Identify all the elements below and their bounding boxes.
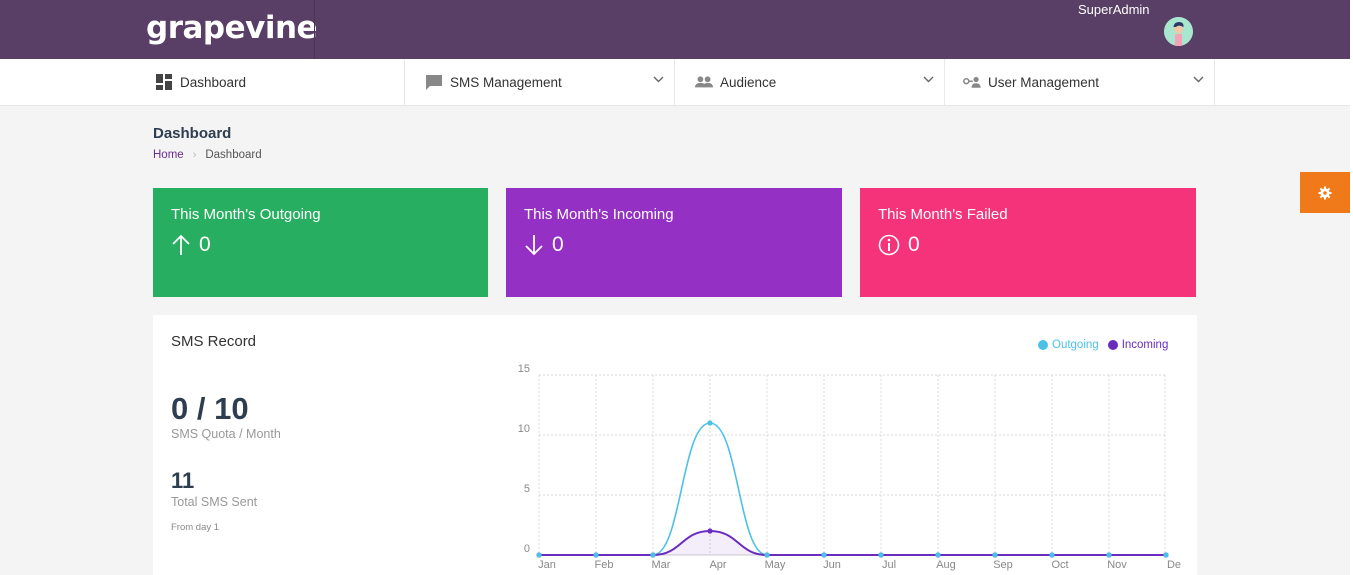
y-tick-label: 15 <box>518 363 530 375</box>
settings-button[interactable] <box>1300 172 1350 213</box>
nav-separator <box>1214 59 1215 105</box>
data-point-outgoing[interactable] <box>650 552 656 558</box>
people-icon <box>695 73 713 91</box>
top-bar: grapevine SuperAdmin <box>0 0 1350 59</box>
arrow-down-icon <box>525 235 543 256</box>
x-tick-label: Sep <box>993 559 1013 571</box>
data-point-outgoing[interactable] <box>1049 552 1055 558</box>
nav-item-user-management[interactable]: User Management <box>963 59 1214 105</box>
nav-item-dashboard[interactable]: Dashboard <box>155 59 246 105</box>
data-point-outgoing[interactable] <box>935 552 941 558</box>
legend-item-incoming[interactable]: Incoming <box>1107 339 1169 351</box>
nav-separator <box>944 59 945 105</box>
stat-label: This Month's Outgoing <box>171 206 321 223</box>
x-tick-label: Nov <box>1107 559 1127 571</box>
dashboard-icon <box>155 73 173 91</box>
stat-card-incoming: This Month's Incoming 0 <box>506 188 842 297</box>
data-point-outgoing[interactable] <box>1106 552 1112 558</box>
series-line-outgoing <box>539 422 1166 556</box>
stat-card-outgoing: This Month's Outgoing 0 <box>153 188 488 297</box>
gear-icon <box>1318 186 1332 199</box>
x-tick-label: De <box>1167 559 1181 571</box>
arrow-up-icon <box>172 234 190 255</box>
data-point-outgoing[interactable] <box>878 552 884 558</box>
username-label[interactable]: SuperAdmin <box>1078 2 1150 17</box>
stat-card-failed: This Month's Failed 0 <box>860 188 1196 297</box>
y-tick-label: 10 <box>518 423 530 435</box>
legend-dot <box>1038 340 1048 350</box>
x-tick-label: Jul <box>882 559 896 571</box>
x-tick-label: Aug <box>936 559 956 571</box>
data-point-outgoing[interactable] <box>764 552 770 558</box>
nav-separator <box>674 59 675 105</box>
breadcrumb-home-link[interactable]: Home <box>153 149 184 161</box>
sms-record-panel: SMS Record 0 / 10 SMS Quota / Month 11 T… <box>153 315 1197 575</box>
data-point-outgoing[interactable] <box>992 552 998 558</box>
sms-record-chart: 0 5 10 15 Jan Feb Mar Apr May Jun Jul Aug Sep Oct Nov D… <box>518 363 1181 571</box>
x-tick-label: Oct <box>1051 559 1068 571</box>
stat-label: This Month's Incoming <box>524 206 674 223</box>
data-point-outgoing[interactable] <box>536 552 542 558</box>
series-line-incoming <box>539 529 1166 556</box>
x-tick-label: Jan <box>538 559 556 571</box>
page-title: Dashboard <box>153 125 232 142</box>
x-tick-label: May <box>765 559 786 571</box>
stat-label: This Month's Failed <box>878 206 1008 223</box>
x-tick-label: Jun <box>823 559 841 571</box>
topbar-divider <box>314 0 315 59</box>
nav-separator <box>404 59 405 105</box>
nav-label-sms-management: SMS Management <box>450 74 562 90</box>
legend-label: Outgoing <box>1052 339 1099 351</box>
stat-value: 0 <box>908 233 920 256</box>
data-point-outgoing[interactable] <box>593 552 599 558</box>
x-tick-label: Apr <box>709 559 726 571</box>
nav-item-audience[interactable]: Audience <box>695 59 944 105</box>
chevron-down-icon <box>1193 76 1204 83</box>
x-tick-label: Feb <box>595 559 614 571</box>
chart-legend: Outgoing Incoming <box>1038 339 1177 351</box>
nav-item-sms-management[interactable]: SMS Management <box>425 59 674 105</box>
info-icon <box>878 234 900 256</box>
data-point-incoming[interactable] <box>707 528 713 534</box>
y-tick-label: 0 <box>524 543 530 555</box>
nav-label-audience: Audience <box>720 74 777 90</box>
breadcrumb-separator-icon: › <box>192 149 197 161</box>
stat-value: 0 <box>552 233 564 256</box>
avatar-icon <box>1164 17 1193 46</box>
stat-value: 0 <box>199 233 211 256</box>
user-key-icon <box>963 73 981 91</box>
data-point-outgoing[interactable] <box>821 552 827 558</box>
x-tick-label: Mar <box>652 559 671 571</box>
legend-dot <box>1107 340 1118 350</box>
chevron-down-icon <box>923 76 934 83</box>
incoming-area <box>539 531 1166 555</box>
app-logo[interactable]: grapevine <box>146 10 318 46</box>
nav-label-dashboard: Dashboard <box>180 74 247 90</box>
breadcrumb-current: Dashboard <box>205 149 262 161</box>
breadcrumb: Home › Dashboard <box>153 149 262 161</box>
legend-item-outgoing[interactable]: Outgoing <box>1038 339 1099 351</box>
main-navbar: Dashboard SMS Management Audience User M… <box>0 59 1350 106</box>
legend-label: Incoming <box>1121 339 1169 351</box>
user-avatar[interactable] <box>1164 17 1193 46</box>
data-point-outgoing[interactable] <box>707 420 713 426</box>
chevron-down-icon <box>653 76 664 83</box>
data-point-outgoing[interactable] <box>1163 552 1169 558</box>
y-tick-label: 5 <box>524 483 530 495</box>
nav-label-user-management: User Management <box>988 74 1100 90</box>
chat-icon <box>425 73 443 91</box>
